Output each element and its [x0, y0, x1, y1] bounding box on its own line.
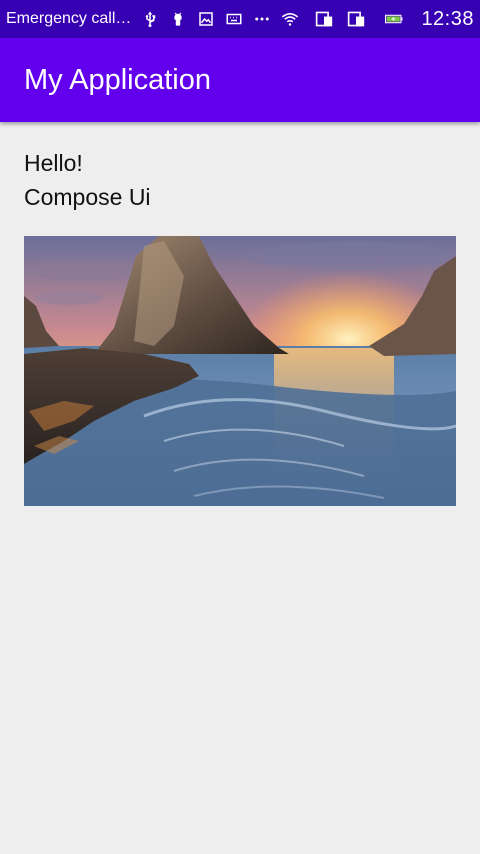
more-icon [253, 10, 271, 28]
app-bar: My Application [0, 38, 480, 122]
status-bar: Emergency call… 12:38 [0, 0, 480, 38]
app-title: My Application [24, 63, 211, 96]
battery-charging-icon [377, 10, 411, 28]
sim2-icon [345, 8, 367, 30]
usb-icon [141, 10, 159, 28]
wifi-icon [277, 8, 303, 30]
image-icon [197, 10, 215, 28]
greeting-text: Hello! [24, 150, 83, 176]
keyboard-icon [225, 10, 243, 28]
landscape-image [24, 236, 456, 506]
status-left: Emergency call… [6, 10, 271, 28]
sim1-icon [313, 8, 335, 30]
subtitle-text: Compose Ui [24, 184, 151, 210]
carrier-text: Emergency call… [6, 10, 132, 27]
status-right: 12:38 [277, 8, 474, 31]
content-area: Hello! Compose Ui [24, 146, 456, 214]
android-debug-icon [169, 10, 187, 28]
clock: 12:38 [421, 7, 474, 30]
